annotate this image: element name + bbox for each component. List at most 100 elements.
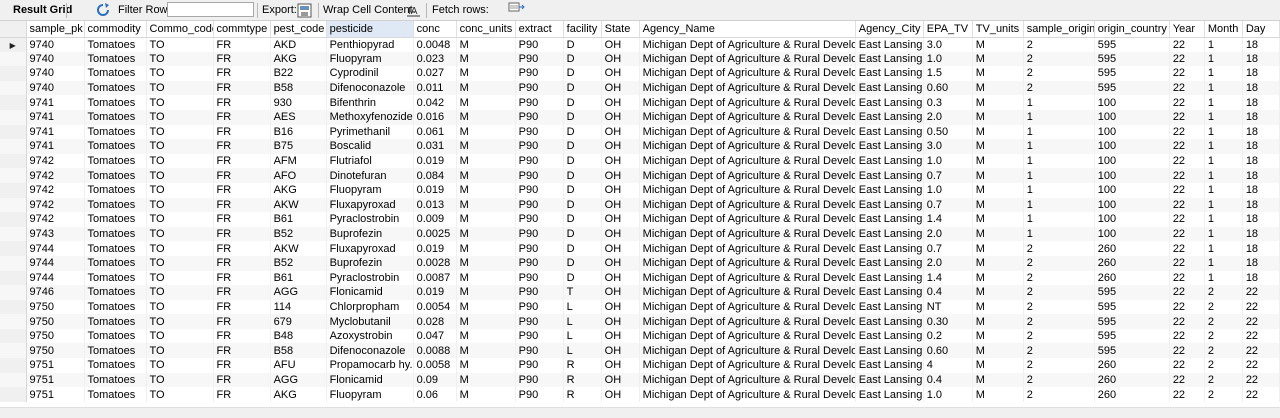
cell-agency-city[interactable]: East Lansing — [855, 51, 924, 67]
cell-sample-origin[interactable]: 1 — [1023, 168, 1095, 183]
cell-commo-code[interactable]: TO — [146, 51, 214, 67]
cell-year[interactable]: 22 — [1169, 168, 1205, 183]
export-icon[interactable] — [296, 0, 314, 21]
cell-year[interactable]: 22 — [1169, 270, 1205, 286]
table-row[interactable]: 9742 Tomatoes TO FR B61 Pyraclostrobin 0.009 M P… — [0, 212, 1280, 227]
cell-extract[interactable]: P90 — [515, 299, 564, 315]
cell-day[interactable]: 22 — [1242, 372, 1280, 388]
cell-epa-tv[interactable]: 2.0 — [923, 226, 973, 242]
cell-extract[interactable]: P90 — [515, 343, 564, 359]
cell-sample-pk[interactable]: 9744 — [26, 241, 85, 256]
row-header[interactable] — [0, 182, 27, 198]
table-row[interactable]: 9750 Tomatoes TO FR B58 Difenoconazole 0.0088 M… — [0, 343, 1280, 359]
row-header[interactable] — [0, 95, 27, 110]
cell-pest-code[interactable]: AKW — [270, 241, 327, 256]
cell-state[interactable]: OH — [601, 197, 640, 213]
cell-conc[interactable]: 0.047 — [413, 328, 457, 344]
column-header-agency-name[interactable]: Agency_Name — [639, 21, 856, 38]
cell-extract[interactable]: P90 — [515, 372, 564, 388]
cell-epa-tv[interactable]: 0.60 — [923, 343, 973, 359]
column-header-commodity[interactable]: commodity — [84, 21, 147, 38]
cell-commtype[interactable]: FR — [213, 124, 271, 140]
cell-month[interactable]: 2 — [1204, 299, 1243, 315]
cell-sample-origin[interactable]: 1 — [1023, 226, 1095, 242]
cell-pesticide[interactable]: Pyraclostrobin — [326, 212, 414, 227]
cell-state[interactable]: OH — [601, 51, 640, 67]
cell-agency-name[interactable]: Michigan Dept of Agriculture & Rural Dev… — [639, 387, 856, 402]
cell-sample-origin[interactable]: 2 — [1023, 343, 1095, 359]
cell-state[interactable]: OH — [601, 109, 640, 125]
cell-conc-units[interactable]: M — [456, 270, 516, 286]
cell-commo-code[interactable]: TO — [146, 358, 214, 373]
cell-pesticide[interactable]: Fluopyram — [326, 387, 414, 402]
cell-epa-tv[interactable]: 3.0 — [923, 139, 973, 154]
cell-epa-tv[interactable]: 1.0 — [923, 153, 973, 169]
fetch-rows-icon[interactable] — [508, 0, 526, 21]
cell-sample-origin[interactable]: 1 — [1023, 95, 1095, 110]
cell-facility[interactable]: D — [563, 66, 602, 81]
cell-day[interactable]: 18 — [1242, 197, 1280, 213]
cell-extract[interactable]: P90 — [515, 255, 564, 271]
cell-commodity[interactable]: Tomatoes — [84, 372, 147, 388]
cell-commo-code[interactable]: TO — [146, 124, 214, 140]
column-header-year[interactable]: Year — [1169, 21, 1205, 38]
cell-conc[interactable]: 0.013 — [413, 197, 457, 213]
table-row[interactable]: 9746 Tomatoes TO FR AGG Flonicamid 0.019 M P90 T O… — [0, 285, 1280, 300]
cell-sample-pk[interactable]: 9741 — [26, 109, 85, 125]
cell-state[interactable]: OH — [601, 358, 640, 373]
cell-agency-name[interactable]: Michigan Dept of Agriculture & Rural Dev… — [639, 124, 856, 140]
cell-sample-pk[interactable]: 9743 — [26, 226, 85, 242]
cell-commo-code[interactable]: TO — [146, 197, 214, 213]
cell-commtype[interactable]: FR — [213, 372, 271, 388]
cell-origin-country[interactable]: 260 — [1094, 372, 1170, 388]
cell-commodity[interactable]: Tomatoes — [84, 226, 147, 242]
cell-conc[interactable]: 0.016 — [413, 109, 457, 125]
cell-epa-tv[interactable]: 0.4 — [923, 372, 973, 388]
cell-day[interactable]: 18 — [1242, 66, 1280, 81]
row-header[interactable] — [0, 109, 27, 125]
row-header[interactable] — [0, 66, 27, 81]
cell-sample-origin[interactable]: 1 — [1023, 182, 1095, 198]
cell-facility[interactable]: D — [563, 255, 602, 271]
cell-sample-origin[interactable]: 2 — [1023, 51, 1095, 67]
cell-day[interactable]: 18 — [1242, 182, 1280, 198]
cell-origin-country[interactable]: 260 — [1094, 387, 1170, 402]
cell-tv-units[interactable]: M — [972, 197, 1024, 213]
cell-pest-code[interactable]: B61 — [270, 212, 327, 227]
cell-agency-city[interactable]: East Lansing — [855, 328, 924, 344]
cell-origin-country[interactable]: 100 — [1094, 212, 1170, 227]
cell-agency-name[interactable]: Michigan Dept of Agriculture & Rural Dev… — [639, 343, 856, 359]
cell-sample-pk[interactable]: 9742 — [26, 153, 85, 169]
cell-sample-origin[interactable]: 1 — [1023, 197, 1095, 213]
cell-sample-pk[interactable]: 9742 — [26, 197, 85, 213]
cell-conc-units[interactable]: M — [456, 372, 516, 388]
cell-facility[interactable]: D — [563, 182, 602, 198]
cell-pesticide[interactable]: Fluxapyroxad — [326, 197, 414, 213]
cell-tv-units[interactable]: M — [972, 51, 1024, 67]
cell-conc-units[interactable]: M — [456, 299, 516, 315]
cell-extract[interactable]: P90 — [515, 80, 564, 96]
cell-commtype[interactable]: FR — [213, 285, 271, 300]
cell-day[interactable]: 22 — [1242, 285, 1280, 300]
cell-commo-code[interactable]: TO — [146, 168, 214, 183]
cell-pesticide[interactable]: Buprofezin — [326, 255, 414, 271]
cell-facility[interactable]: D — [563, 226, 602, 242]
cell-year[interactable]: 22 — [1169, 226, 1205, 242]
cell-day[interactable]: 18 — [1242, 226, 1280, 242]
cell-facility[interactable]: R — [563, 372, 602, 388]
cell-sample-pk[interactable]: 9741 — [26, 124, 85, 140]
row-header[interactable] — [0, 270, 27, 286]
table-row[interactable]: 9750 Tomatoes TO FR 679 Myclobutanil 0.028 M P90… — [0, 314, 1280, 329]
cell-sample-pk[interactable]: 9750 — [26, 328, 85, 344]
table-row[interactable]: 9741 Tomatoes TO FR B75 Boscalid 0.031 M P90 D OH M… — [0, 139, 1280, 154]
cell-agency-name[interactable]: Michigan Dept of Agriculture & Rural Dev… — [639, 66, 856, 81]
cell-year[interactable]: 22 — [1169, 139, 1205, 154]
cell-facility[interactable]: L — [563, 343, 602, 359]
cell-state[interactable]: OH — [601, 328, 640, 344]
cell-year[interactable]: 22 — [1169, 153, 1205, 169]
cell-tv-units[interactable]: M — [972, 95, 1024, 110]
cell-state[interactable]: OH — [601, 153, 640, 169]
cell-agency-city[interactable]: East Lansing — [855, 66, 924, 81]
cell-facility[interactable]: D — [563, 197, 602, 213]
cell-sample-origin[interactable]: 2 — [1023, 387, 1095, 402]
